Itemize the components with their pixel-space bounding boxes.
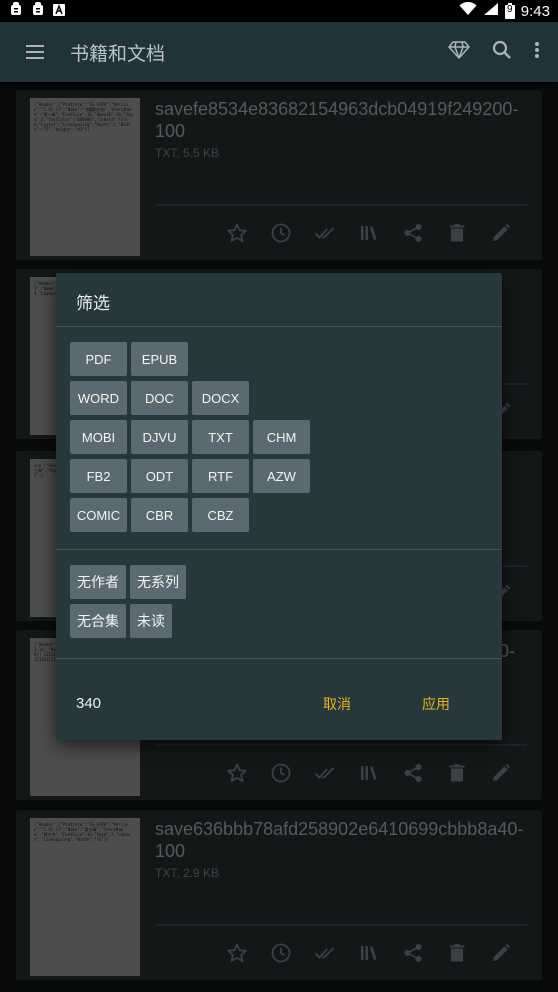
format-filter-chip[interactable]: COMIC: [70, 498, 127, 532]
filter-dialog: 筛选 PDF EPUB WORD DOC DOCX MOBI DJVU TXT CHM FB2 OD…: [56, 273, 502, 740]
chip-row: WORD DOC DOCX: [70, 381, 310, 415]
menu-icon[interactable]: [0, 44, 70, 60]
battery-icon: 9: [504, 3, 515, 19]
tag-filter-chip[interactable]: 无系列: [130, 565, 186, 599]
wifi-icon: [459, 1, 477, 20]
search-icon[interactable]: [492, 40, 512, 64]
status-bar: 9 9:43: [0, 0, 558, 22]
format-filter-chip[interactable]: DOCX: [192, 381, 249, 415]
battery-level: 9: [507, 4, 513, 15]
signal-icon: [483, 2, 499, 20]
format-filter-chip[interactable]: RTF: [192, 459, 249, 493]
chip-row: PDF EPUB: [70, 342, 310, 376]
result-count: 340: [76, 695, 102, 712]
page-title: 书籍和文档: [70, 42, 166, 65]
chip-row: FB2 ODT RTF AZW: [70, 459, 310, 493]
bug-icon: [30, 1, 46, 21]
format-filter-chip[interactable]: CBZ: [192, 498, 249, 532]
dialog-title: 筛选: [76, 294, 110, 314]
more-vert-icon[interactable]: [534, 41, 540, 63]
format-filter-chip[interactable]: WORD: [70, 381, 127, 415]
apply-button[interactable]: 应用: [422, 694, 450, 714]
format-filter-chip[interactable]: AZW: [253, 459, 310, 493]
tag-filter-chip[interactable]: 未读: [130, 604, 172, 638]
chip-row: MOBI DJVU TXT CHM: [70, 420, 310, 454]
format-filter-group: PDF EPUB WORD DOC DOCX MOBI DJVU TXT CHM FB2 ODT RT…: [70, 342, 310, 537]
divider: [56, 549, 502, 550]
format-filter-chip[interactable]: PDF: [70, 342, 127, 376]
bug-icon: [8, 1, 24, 21]
tag-filter-chip[interactable]: 无合集: [70, 604, 126, 638]
format-filter-chip[interactable]: DOC: [131, 381, 188, 415]
format-filter-chip[interactable]: TXT: [192, 420, 249, 454]
format-filter-chip[interactable]: FB2: [70, 459, 127, 493]
divider: [56, 658, 502, 659]
chip-row: 无合集 未读: [70, 604, 186, 638]
format-filter-chip[interactable]: ODT: [131, 459, 188, 493]
divider: [56, 326, 502, 327]
cancel-button[interactable]: 取消: [323, 694, 351, 714]
tag-filter-chip[interactable]: 无作者: [70, 565, 126, 599]
format-filter-chip[interactable]: MOBI: [70, 420, 127, 454]
chip-row: 无作者 无系列: [70, 565, 186, 599]
notification-a-icon: [52, 2, 66, 21]
diamond-icon[interactable]: [448, 41, 470, 63]
format-filter-chip[interactable]: CBR: [131, 498, 188, 532]
clock-time: 9:43: [520, 2, 550, 20]
format-filter-chip[interactable]: EPUB: [131, 342, 188, 376]
app-bar: 书籍和文档: [0, 22, 558, 82]
format-filter-chip[interactable]: CHM: [253, 420, 310, 454]
chip-row: COMIC CBR CBZ: [70, 498, 310, 532]
format-filter-chip[interactable]: DJVU: [131, 420, 188, 454]
tag-filter-group: 无作者 无系列 无合集 未读: [70, 565, 186, 643]
